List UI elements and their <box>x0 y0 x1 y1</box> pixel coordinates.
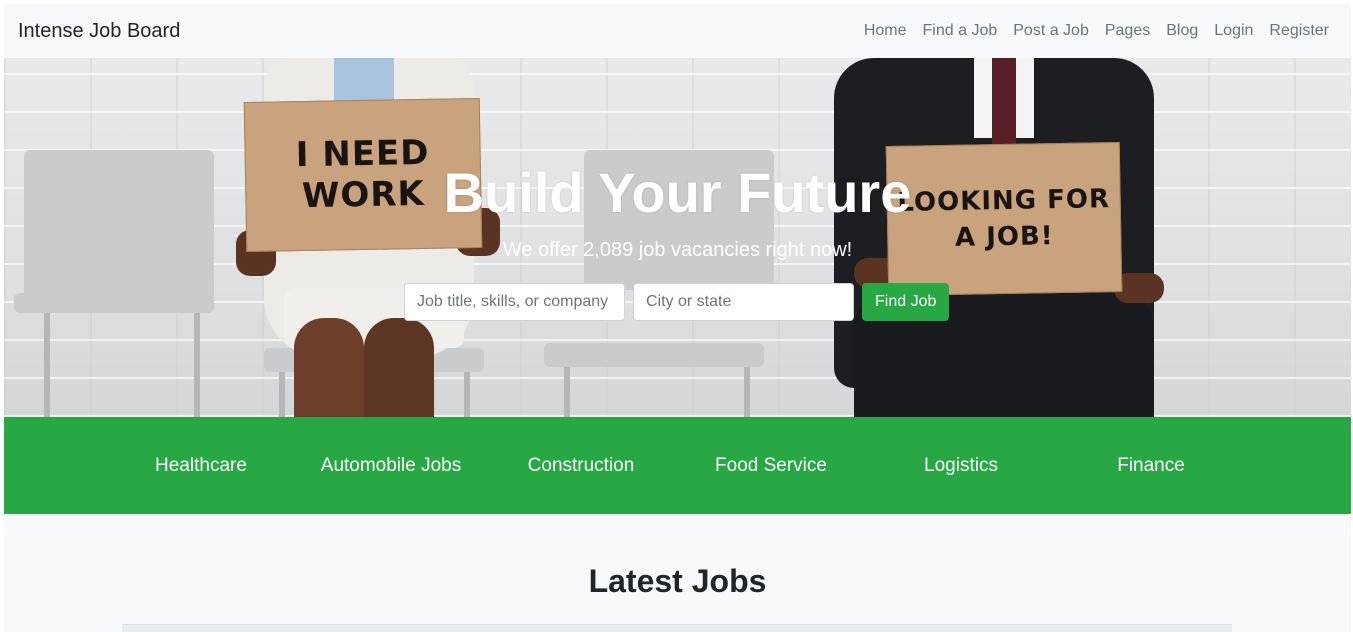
keyword-search-input[interactable] <box>404 283 625 321</box>
nav-register[interactable]: Register <box>1261 22 1337 40</box>
category-bar: Healthcare Automobile Jobs Construction … <box>4 417 1351 514</box>
nav-links: Home Find a Job Post a Job Pages Blog Lo… <box>856 22 1337 40</box>
category-finance[interactable]: Finance <box>1056 417 1246 514</box>
chair-image <box>544 343 764 367</box>
nav-blog[interactable]: Blog <box>1158 22 1206 40</box>
category-food-service[interactable]: Food Service <box>676 417 866 514</box>
find-job-button[interactable]: Find Job <box>862 283 950 321</box>
location-search-input[interactable] <box>633 283 854 321</box>
nav-pages[interactable]: Pages <box>1097 22 1158 40</box>
chair-leg <box>44 313 50 417</box>
hero-section: I NEED WORK LOOKING FOR A JOB! Build You… <box>4 58 1351 417</box>
job-search-form: Find Job <box>404 283 950 321</box>
job-list-table <box>122 624 1232 632</box>
latest-jobs-heading: Latest Jobs <box>588 563 767 599</box>
hero-subtitle: We offer 2,089 job vacancies right now! <box>502 239 853 261</box>
navbar: Intense Job Board Home Find a Job Post a… <box>4 4 1351 58</box>
hero-title: Build Your Future <box>443 161 912 224</box>
category-construction[interactable]: Construction <box>486 417 676 514</box>
category-healthcare[interactable]: Healthcare <box>106 417 296 514</box>
chair-leg <box>194 313 200 417</box>
nav-login[interactable]: Login <box>1206 22 1261 40</box>
chair-image <box>14 293 214 313</box>
category-logistics[interactable]: Logistics <box>866 417 1056 514</box>
nav-find-a-job[interactable]: Find a Job <box>915 22 1006 40</box>
chair-leg <box>564 367 570 417</box>
nav-home[interactable]: Home <box>856 22 915 40</box>
brand-logo[interactable]: Intense Job Board <box>18 20 180 43</box>
page: Intense Job Board Home Find a Job Post a… <box>4 4 1351 632</box>
nav-post-a-job[interactable]: Post a Job <box>1005 22 1097 40</box>
chair-leg <box>744 367 750 417</box>
category-automobile-jobs[interactable]: Automobile Jobs <box>296 417 486 514</box>
